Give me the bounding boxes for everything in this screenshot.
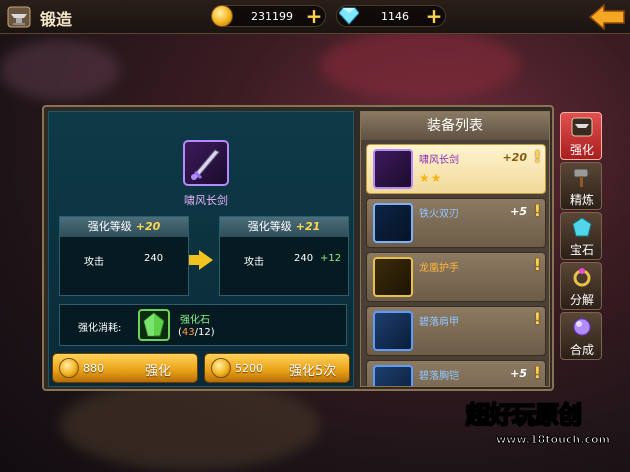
current-stat-name: 攻击 — [84, 257, 104, 268]
tab-dismantle[interactable]: 分解 — [560, 262, 602, 310]
gold-counter: 231199 + — [211, 5, 326, 27]
equipment-level: +20 — [502, 151, 527, 164]
page-title: 锻造 — [40, 10, 73, 29]
next-level-label: 强化等级 — [247, 220, 292, 233]
equipment-name: 碧落肩甲 — [419, 317, 459, 328]
equipment-name: 龙凰护手 — [419, 263, 459, 274]
next-level-header: 强化等级 +21 — [220, 217, 348, 237]
tab-refine[interactable]: 精炼 — [560, 162, 602, 210]
add-diamond-plus-icon[interactable]: + — [425, 6, 443, 26]
exclamation-icon: ! — [533, 201, 541, 220]
tab-label: 精炼 — [569, 193, 594, 207]
sword-icon — [373, 149, 413, 189]
tab-gem[interactable]: 宝石 — [560, 212, 602, 260]
exclamation-icon: ! — [533, 363, 541, 382]
current-level-value: +20 — [135, 220, 161, 233]
equipment-row[interactable]: 啸风长剑 +20 ! ★★ — [366, 144, 546, 194]
selected-item-slot[interactable] — [183, 140, 229, 186]
watermark-logo: 超好玩原创 www.18touch.com — [452, 385, 628, 465]
coin-icon — [211, 5, 233, 27]
equipment-level: +5 — [510, 205, 527, 218]
cost-label: 强化消耗: — [78, 323, 122, 334]
tab-combine[interactable]: 合成 — [560, 312, 602, 360]
equipment-name: 铁火双刃 — [419, 209, 459, 220]
gem-icon — [572, 217, 592, 237]
equipment-name: 啸风长剑 — [419, 155, 459, 166]
current-stats-box: 强化等级 +20 攻击 240 — [59, 216, 189, 296]
material-name: 强化石 — [180, 315, 210, 326]
next-stats-box: 强化等级 +21 攻击 240 +12 — [219, 216, 349, 296]
back-arrow-icon[interactable] — [588, 3, 626, 31]
current-level-label: 强化等级 — [87, 220, 132, 233]
gauntlet-icon — [373, 257, 413, 297]
tab-enhance[interactable]: 强化 — [560, 112, 602, 160]
enhance-area: 啸风长剑 强化等级 +20 攻击 240 强化等级 +21 攻击 240 +12 强… — [48, 111, 354, 387]
tab-label: 宝石 — [569, 243, 594, 257]
exclamation-icon: ! — [533, 309, 541, 328]
material-need: /12 — [194, 327, 211, 338]
shoulder-armor-icon — [373, 311, 413, 351]
crystal-orb-icon — [573, 318, 591, 336]
exclamation-icon: ! — [533, 255, 541, 274]
exclamation-icon: ! — [533, 147, 541, 166]
watermark-url: www.18touch.com — [496, 433, 611, 447]
equipment-level: +5 — [510, 367, 527, 380]
equipment-list: 装备列表 啸风长剑 +20 ! ★★ 铁火双刃 +5 ! 龙凰护手 ! 碧落肩甲… — [360, 111, 550, 387]
coin-icon — [211, 358, 231, 378]
equipment-row[interactable]: 铁火双刃 +5 ! — [366, 198, 546, 248]
tab-label: 强化 — [569, 143, 594, 157]
enhance-cost: 880 — [83, 362, 104, 375]
next-stat-name: 攻击 — [244, 257, 264, 268]
chest-armor-icon — [373, 365, 413, 386]
enhance-5x-label: 强化5次 — [289, 364, 337, 379]
diamond-amount: 1146 — [381, 10, 409, 23]
upgrade-arrow-icon — [199, 250, 213, 270]
enhance-cost-box: 强化消耗: 强化石 (43/12) — [59, 304, 347, 346]
dual-blade-icon — [373, 203, 413, 243]
enhance-label: 强化 — [145, 364, 172, 379]
enhance-button[interactable]: 880 强化 — [52, 353, 198, 383]
diamond-counter: 1146 + — [336, 5, 446, 27]
anvil-icon — [7, 6, 31, 28]
equipment-list-title: 装备列表 — [361, 112, 549, 140]
bg-decor — [60, 380, 320, 470]
enhance-5x-cost: 5200 — [235, 362, 263, 375]
ring-icon — [573, 268, 591, 287]
current-stat-value: 240 — [144, 253, 164, 264]
material-have: 43 — [181, 327, 195, 338]
sword-icon — [191, 149, 220, 180]
enhance-stone-slot[interactable] — [138, 309, 170, 341]
material-close-paren: ) — [210, 327, 215, 338]
enhance-stone-icon — [143, 312, 165, 337]
diamond-icon — [339, 7, 359, 25]
add-gold-plus-icon[interactable]: + — [305, 6, 323, 26]
selected-item-name: 啸风长剑 — [184, 194, 228, 207]
bg-decor — [320, 30, 520, 100]
next-level-value: +21 — [295, 220, 321, 233]
star-icon: ★★ — [419, 171, 443, 185]
watermark-title: 超好玩原创 — [465, 400, 583, 430]
current-level-header: 强化等级 +20 — [60, 217, 188, 237]
next-stat-value: 240 — [294, 253, 314, 264]
top-bar: 锻造 231199 + 1146 + — [0, 0, 630, 34]
tab-label: 分解 — [569, 293, 594, 307]
forge-panel: 啸风长剑 强化等级 +20 攻击 240 强化等级 +21 攻击 240 +12 强… — [42, 105, 554, 391]
material-count: (43/12) — [178, 327, 215, 338]
upgrade-arrow-stem — [189, 255, 199, 265]
equipment-row[interactable]: 龙凰护手 ! — [366, 252, 546, 302]
equipment-row[interactable]: 碧落肩甲 ! — [366, 306, 546, 356]
coin-icon — [59, 358, 79, 378]
equipment-row[interactable]: 碧落胸铠 +5 ! — [366, 360, 546, 386]
anvil-icon — [571, 117, 593, 137]
equipment-name: 碧落胸铠 — [419, 371, 459, 382]
bg-decor — [0, 40, 120, 100]
enhance-5x-button[interactable]: 5200 强化5次 — [204, 353, 350, 383]
hammer-icon — [573, 168, 589, 187]
tab-label: 合成 — [569, 343, 594, 357]
gold-amount: 231199 — [251, 10, 293, 23]
next-stat-gain: +12 — [320, 253, 342, 264]
